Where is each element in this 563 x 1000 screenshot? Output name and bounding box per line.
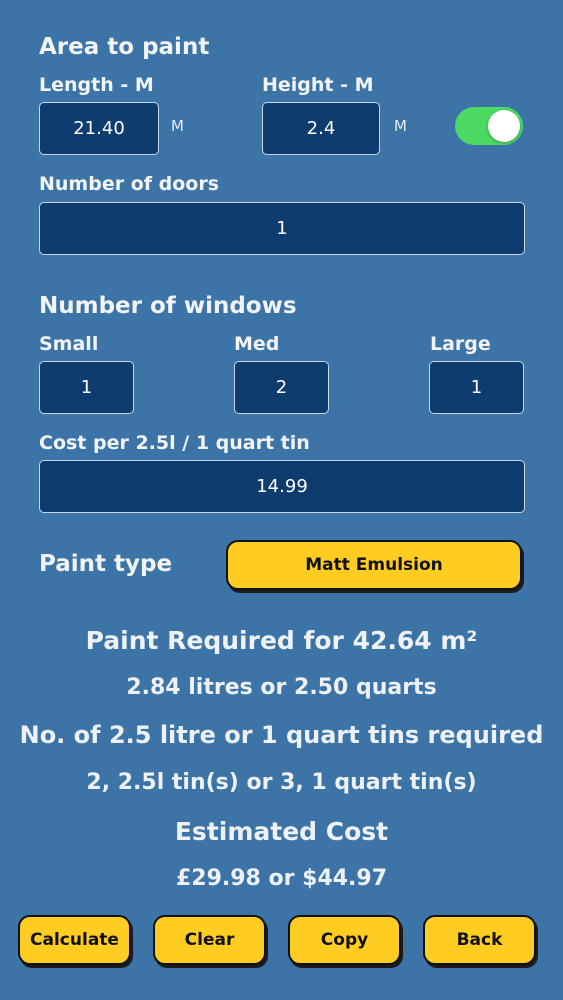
- windows-heading: Number of windows: [39, 293, 297, 319]
- small-windows-input[interactable]: 1: [39, 361, 134, 414]
- back-button[interactable]: Back: [423, 915, 536, 965]
- area-heading: Area to paint: [39, 34, 210, 60]
- doors-label: Number of doors: [39, 173, 220, 195]
- height-input[interactable]: 2.4: [262, 102, 380, 155]
- calculate-button[interactable]: Calculate: [18, 915, 131, 965]
- small-label: Small: [39, 333, 99, 355]
- length-unit: M: [171, 117, 184, 135]
- large-label: Large: [430, 333, 491, 355]
- estimated-cost-title: Estimated Cost: [174, 817, 389, 846]
- med-label: Med: [234, 333, 280, 355]
- paint-required-title: Paint Required for 42.64 m²: [85, 626, 478, 655]
- length-input[interactable]: 21.40: [39, 102, 159, 155]
- doors-input[interactable]: 1: [39, 202, 525, 255]
- height-label: Height - M: [262, 74, 374, 96]
- tins-required-title: No. of 2.5 litre or 1 quart tins require…: [19, 721, 544, 749]
- cost-label: Cost per 2.5l / 1 quart tin: [39, 432, 310, 454]
- estimated-cost: £29.98 or $44.97: [175, 866, 388, 891]
- height-unit: M: [394, 117, 407, 135]
- paint-volume: 2.84 litres or 2.50 quarts: [126, 675, 437, 700]
- tins-required: 2, 2.5l tin(s) or 3, 1 quart tin(s): [86, 770, 477, 795]
- large-windows-input[interactable]: 1: [429, 361, 524, 414]
- clear-button[interactable]: Clear: [153, 915, 266, 965]
- paint-type-button[interactable]: Matt Emulsion: [226, 540, 522, 590]
- cost-input[interactable]: 14.99: [39, 460, 525, 513]
- length-label: Length - M: [39, 74, 154, 96]
- med-windows-input[interactable]: 2: [234, 361, 329, 414]
- paint-type-label: Paint type: [39, 551, 173, 577]
- copy-button[interactable]: Copy: [288, 915, 401, 965]
- toggle-knob: [488, 110, 520, 142]
- unit-toggle[interactable]: [455, 107, 523, 145]
